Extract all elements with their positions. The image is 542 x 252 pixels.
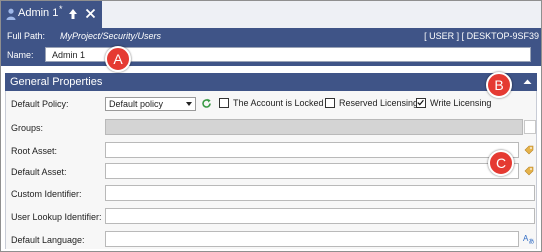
user-editor-window: Admin 1 * Full Path: MyProject/Security/… [0, 0, 542, 252]
general-properties-header[interactable]: General Properties [5, 73, 537, 91]
groups-scrollbar[interactable] [524, 120, 536, 134]
user-icon [6, 8, 16, 20]
full-path-value: MyProject/Security/Users [60, 31, 162, 41]
tab-admin-1[interactable]: Admin 1 * [1, 1, 102, 28]
custom-identifier-label: Custom Identifier: [11, 189, 82, 199]
default-policy-value: Default policy [109, 99, 164, 109]
custom-identifier-field[interactable] [105, 185, 535, 201]
user-host-info: [ USER ] [ DESKTOP-9SF39 [424, 31, 539, 41]
name-label: Name: [7, 50, 34, 60]
user-lookup-identifier-field[interactable] [105, 208, 535, 224]
user-lookup-identifier-label: User Lookup Identifier: [11, 212, 102, 222]
language-icon[interactable]: A あ [523, 233, 535, 244]
groups-field[interactable] [105, 119, 523, 135]
annotation-c: C [488, 150, 514, 176]
reserved-licensing-label: Reserved Licensing [339, 98, 419, 108]
chevron-down-icon [186, 102, 192, 106]
svg-text:あ: あ [529, 239, 535, 245]
default-policy-select[interactable]: Default policy [105, 97, 196, 111]
write-licensing-label: Write Licensing [430, 98, 492, 108]
default-asset-field[interactable] [105, 163, 519, 179]
reserved-licensing-checkbox[interactable] [325, 98, 335, 108]
groups-label: Groups: [11, 123, 44, 133]
root-asset-label: Root Asset: [11, 146, 58, 156]
default-policy-label: Default Policy: [11, 99, 69, 109]
tag-icon[interactable] [524, 145, 534, 155]
default-asset-label: Default Asset: [11, 167, 67, 177]
modified-marker: * [59, 4, 63, 14]
tab-strip: Admin 1 * [1, 1, 541, 28]
full-path-label: Full Path: [7, 31, 46, 41]
default-language-field[interactable] [105, 231, 519, 247]
full-path-bar: Full Path: MyProject/Security/Users [ US… [1, 28, 541, 45]
default-language-label: Default Language: [11, 235, 85, 245]
pin-icon[interactable] [67, 8, 79, 20]
annotation-a: A [105, 46, 131, 72]
section-title: General Properties [10, 76, 103, 88]
check-icon [417, 99, 424, 106]
tab-title: Admin 1 [18, 7, 59, 19]
close-icon[interactable] [85, 8, 96, 19]
annotation-b: B [486, 72, 512, 98]
account-locked-label: The Account is Locked [233, 98, 324, 108]
collapse-chevron-icon[interactable] [523, 78, 532, 85]
name-bar: Name: Admin 1 [1, 45, 541, 66]
account-locked-checkbox[interactable] [219, 98, 229, 108]
refresh-icon[interactable] [201, 98, 212, 109]
write-licensing-checkbox[interactable] [416, 98, 426, 108]
root-asset-field[interactable] [105, 142, 519, 158]
tag-icon[interactable] [524, 166, 534, 176]
